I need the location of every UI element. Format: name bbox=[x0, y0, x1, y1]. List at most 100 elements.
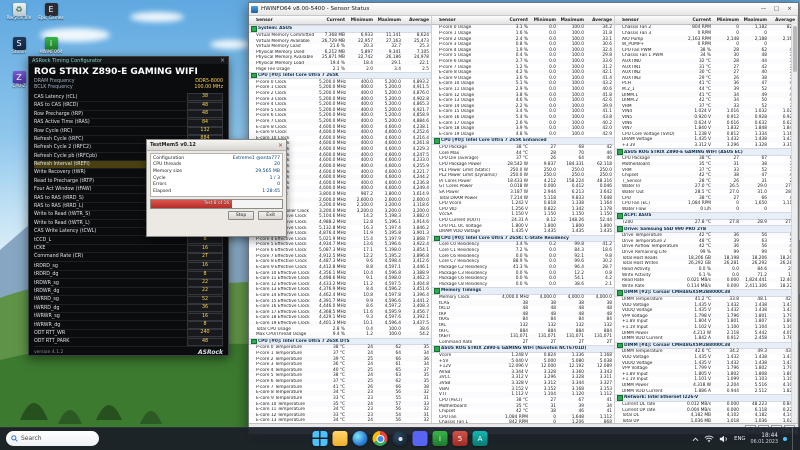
search-button[interactable]: Search bbox=[6, 431, 99, 446]
sensor-section-header[interactable]: ACPI: ASUS bbox=[615, 212, 797, 220]
sensor-row[interactable]: Core C0 Residency 3.4 % 0.2 99.8 41.2 bbox=[432, 242, 614, 248]
sensor-row[interactable]: tRCD 48 48 48 48 bbox=[432, 306, 614, 312]
sensor-row[interactable]: E-core 9 Clock 4,600.0 MHz 400.0 4,600.0 4,2… bbox=[249, 129, 431, 136]
sensor-row[interactable]: E-core 18 Effective Clock 4,429.1 MHz 9.3 4… bbox=[249, 315, 431, 321]
sensor-row[interactable]: +3.3V 3.312 V 3.296 3.328 3.311 bbox=[615, 143, 797, 149]
sensor-row[interactable]: VIN5 0.920 V 0.912 0.928 0.920 bbox=[615, 114, 797, 121]
sensor-row[interactable]: Package C6 Residency 0.0 % 0.0 54.1 4.2 bbox=[432, 275, 614, 282]
sensor-row[interactable]: E-core 19 Effective Clock 4,401.3 MHz 10.1… bbox=[249, 320, 431, 327]
sensor-row[interactable]: Chassis Fan 1 PWM34 %304835 bbox=[615, 53, 797, 59]
sensor-row[interactable]: E-core 11 Effective Clock 4,498.6 MHz 9.1 4… bbox=[249, 275, 431, 282]
sensor-row[interactable]: Drive Airflow Temperature42 °C365644 bbox=[615, 244, 797, 250]
sensor-row[interactable]: VPP Voltage 1.799 V 1.796 1.802 1.799 bbox=[615, 366, 797, 372]
sensor-row[interactable]: P-core 6 Temperature 37 °C 25 62 35 bbox=[249, 378, 431, 385]
sensor-row[interactable]: Virtual Memory Available 26,729 MB 22,957 2… bbox=[249, 38, 431, 44]
sensor-row[interactable]: P-core 1 Usage 1.6 % 0.0 100.0 31.8 bbox=[432, 31, 614, 37]
language-indicator[interactable]: ENG bbox=[734, 436, 745, 442]
sensor-row[interactable]: E-core 18 Usage 3.9 % 0.0 100.0 42.0 bbox=[432, 125, 614, 132]
desktop-icon-epic[interactable]: E Epic Games bbox=[36, 3, 66, 35]
clock[interactable]: 18:44 06.01.2023 bbox=[751, 433, 778, 445]
exit-button[interactable]: Exit bbox=[258, 210, 283, 220]
volume-icon[interactable] bbox=[719, 435, 729, 443]
sensor-row[interactable]: CPU Vcore 1.242 V 0.818 1.338 1.164 bbox=[432, 201, 614, 207]
sensor-row[interactable]: Virtual Memory Committed 7,368 MB 6,933 11,… bbox=[249, 33, 431, 39]
sensor-row[interactable]: Core C7 Residency 88.9 % 0.0 99.6 30.2 bbox=[432, 259, 614, 265]
sensor-row[interactable]: E-core 15 Usage 3.4 % 0.0 100.0 41.1 bbox=[432, 109, 614, 115]
sensor-row[interactable]: Current UP rate 0.004 MB/s 0.000 6.118 0.226 bbox=[615, 407, 797, 413]
sensor-row[interactable]: DIMM.242 °C345044 bbox=[615, 98, 797, 104]
sensor-section-header[interactable]: DIMM [#2]: Corsair CMH48GX5M2B8000C38 bbox=[615, 289, 797, 297]
sensor-row[interactable]: DIMM Temperature42.6 °C34.249.343.8 bbox=[615, 349, 797, 355]
sensor-row[interactable]: E-core 9 Effective Clock 4,412.8 MHz 8.8 4,… bbox=[249, 264, 431, 271]
sensor-row[interactable]: Package C3 Residency 0.0 % 0.0 12.2 0.8 bbox=[432, 270, 614, 276]
sensor-row[interactable]: P-core 6 Effective Clock 5,087.3 MHz 17.1 5… bbox=[249, 248, 431, 254]
sensor-row[interactable]: VTT 1.112 V 1.104 1.120 1.112 bbox=[432, 392, 614, 398]
sensor-section-header[interactable]: Drive: Samsung SSD 990 PRO 2TB bbox=[615, 225, 797, 233]
sensor-row[interactable]: +1.1V Input 1.101 V 1.099 1.103 1.101 bbox=[615, 377, 797, 383]
close-icon[interactable]: × bbox=[278, 142, 283, 149]
sensor-row[interactable]: Command Rate 2T 2T 2T 2T bbox=[432, 340, 614, 346]
sensor-row[interactable]: CPU Package 38 °C 27 68 42 bbox=[432, 145, 614, 151]
sensor-row[interactable]: E-core 10 Effective Clock 4,356.1 MHz 10.4… bbox=[249, 270, 431, 276]
sensor-row[interactable]: Read Rate 0.021 MB/s 0.000 1,824.441 12.408 bbox=[615, 277, 797, 284]
sensor-row[interactable]: 3VCC 3.312 V 3.296 3.328 3.311 bbox=[432, 375, 614, 381]
sensor-section-header[interactable]: Memory Timings bbox=[432, 287, 614, 295]
sensor-row[interactable]: Current DL rate 0.012 MB/s 0.000 48.223 0.84… bbox=[615, 402, 797, 408]
sensor-row[interactable]: E-core 16 Usage 5.4 % 0.0 100.0 43.8 bbox=[432, 114, 614, 121]
sensor-section-header[interactable]: CPU [#0]: Intel Core Ultra 7 265K: C-Sta… bbox=[432, 234, 614, 243]
hwinfo-icon[interactable]: i bbox=[432, 431, 448, 446]
sensor-row[interactable]: Virtual Memory Load 21.6 % 20.3 32.7 25.3 bbox=[249, 44, 431, 50]
sensor-row[interactable]: E-core 8 Effective Clock 4,487.3 MHz 9.6 4,… bbox=[249, 259, 431, 265]
sensor-row[interactable]: PCH41 °C364741 bbox=[615, 81, 797, 87]
sensor-row[interactable]: E-core 13 Effective Clock 4,376.9 MHz 8.4 4… bbox=[249, 287, 431, 293]
scrollbar[interactable] bbox=[791, 24, 797, 423]
sensor-row[interactable]: VIN7 1.840 V 1.832 1.848 1.840 bbox=[615, 125, 797, 132]
folder-icon[interactable] bbox=[332, 431, 348, 446]
column-header[interactable]: Sensor bbox=[615, 18, 685, 23]
column-header[interactable]: Average bbox=[769, 18, 797, 23]
sensor-row[interactable]: E-core 9 Temperature 33 °C 23 55 31 bbox=[249, 396, 431, 402]
desktop-icon-recycle[interactable]: ♻ Recycle Bin bbox=[4, 3, 34, 35]
sensor-row[interactable]: P-core 4 Clock 5,200.0 MHz 400.0 5,200.0 4,8… bbox=[249, 102, 431, 108]
hwinfo-titlebar[interactable]: HWiNFO64 v8.00-5400 - Sensor Status — □ … bbox=[249, 3, 798, 16]
sensor-row[interactable]: AUXTIN230 °C274031 bbox=[615, 69, 797, 76]
sensor-row[interactable]: CPU Package Power 28.542 W 9.837 184.331 62.… bbox=[432, 161, 614, 168]
sensor-row[interactable]: E-core 10 Usage 5.1 % 0.0 100.0 43.2 bbox=[432, 81, 614, 87]
sensor-row[interactable]: tRC 132 132 132 132 bbox=[432, 322, 614, 329]
sensor-row[interactable]: E-core 8 Usage 4.2 % 0.0 100.0 42.1 bbox=[432, 69, 614, 76]
sensor-row[interactable]: MotherBoard35 °C313834 bbox=[615, 161, 797, 168]
sensor-row[interactable]: PL2 Power Limit (Dynamic) 250.0 W 250.0 250… bbox=[432, 172, 614, 179]
sensor-row[interactable]: tREFI 131,071 131,071 131,071 131,071 bbox=[432, 333, 614, 340]
column-header[interactable]: Minimum bbox=[347, 18, 375, 23]
sensor-row[interactable]: Drive Temperature42 °C365644 bbox=[615, 232, 797, 239]
sensor-row[interactable]: 3VSB 3.328 V 3.312 3.344 3.327 bbox=[432, 380, 614, 387]
asrock-titlebar[interactable]: ASRock Timing Configurator × bbox=[29, 57, 228, 64]
sensor-row[interactable]: +1.1V Input 1.102 V 1.100 1.104 1.102 bbox=[615, 324, 797, 331]
column-header[interactable]: Maximum bbox=[375, 18, 403, 23]
column-header[interactable]: Average bbox=[403, 18, 431, 23]
sensor-row[interactable]: Package C8 Residency 0.0 % 0.0 38.6 2.1 bbox=[432, 281, 614, 287]
sensor-row[interactable]: DIMM VDD Current 1.842 A 0.912 2.458 1.786 bbox=[615, 335, 797, 342]
sensor-row[interactable]: E-core 19 Usage 4.8 % 0.0 100.0 42.9 bbox=[432, 132, 614, 138]
sensor-row[interactable]: VccSA 1.150 V 1.150 1.150 1.150 bbox=[432, 212, 614, 218]
close-icon[interactable]: × bbox=[220, 57, 225, 64]
column-header[interactable]: Current bbox=[319, 18, 347, 23]
sensor-row[interactable]: CPU Die (average) 37 °C 26 64 40 bbox=[432, 156, 614, 162]
sensor-row[interactable]: Water Flow0 L/h000 bbox=[615, 206, 797, 213]
sensor-row[interactable]: AIO Pump 2,163 RPM 2,148 2,188 2,164 bbox=[615, 36, 797, 42]
sensor-row[interactable]: +1.8V Input 1.804 V 1.801 1.807 1.804 bbox=[615, 319, 797, 325]
sensor-row[interactable]: Physical Memory Available 25,871 MB 22,742… bbox=[249, 55, 431, 61]
testmem5-titlebar[interactable]: TestMem5 v0.12 × bbox=[147, 140, 286, 151]
sensor-row[interactable]: Water In27.0 °C26.529.027.4 bbox=[615, 184, 797, 190]
sensor-row[interactable]: SA Power 3.187 W 2.944 6.213 3.642 bbox=[432, 190, 614, 196]
sensor-row[interactable]: P-core 1 Clock 5,200.0 MHz 400.0 5,200.0 4,9… bbox=[249, 85, 431, 91]
sensor-row[interactable]: VDDQ Voltage 1.435 V 1.432 1.438 1.435 bbox=[615, 308, 797, 314]
sensor-row[interactable]: VDD Voltage 1.435 V 1.432 1.438 1.435 bbox=[615, 355, 797, 361]
sensor-row[interactable]: GT Cores Power 0.018 W 0.000 0.412 0.046 bbox=[432, 184, 614, 190]
column-header[interactable]: Current bbox=[685, 18, 713, 23]
sensor-row[interactable]: Total DL 4,182 MB 4,102 4,182 4,148 bbox=[615, 413, 797, 419]
network-icon[interactable] bbox=[704, 435, 714, 443]
discord-icon[interactable] bbox=[412, 431, 428, 446]
sensor-row[interactable]: AUXTIN032 °C284433 bbox=[615, 58, 797, 65]
sensor-section-header[interactable]: DIMM [#4]: Corsair CMH48GX5M2B8000C38 bbox=[615, 341, 797, 350]
